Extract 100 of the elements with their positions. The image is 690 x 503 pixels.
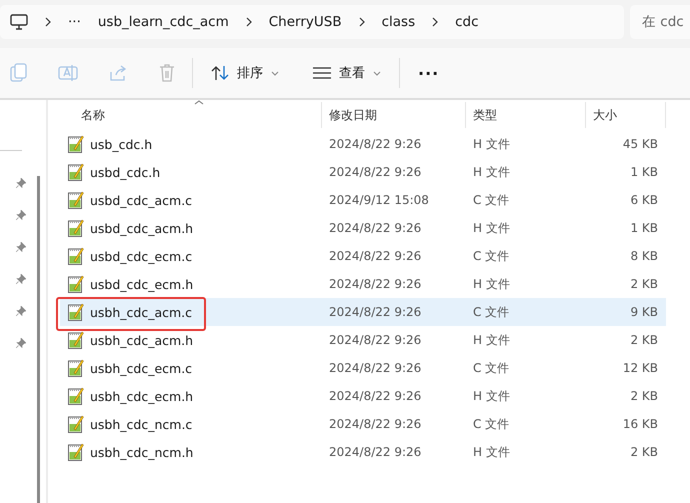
file-type: C 文件	[472, 192, 510, 208]
file-type: H 文件	[472, 276, 511, 292]
file-row[interactable]: usbd_cdc_ecm.c 2024/8/22 9:26 C 文件 8 KB	[60, 242, 666, 270]
file-row[interactable]: usbd_cdc_acm.c 2024/9/12 15:08 C 文件 6 KB	[60, 186, 666, 214]
text-file-icon	[68, 191, 84, 209]
file-row[interactable]: usb_cdc.h 2024/8/22 9:26 H 文件 45 KB	[60, 130, 666, 158]
pin-icon[interactable]	[16, 178, 26, 188]
file-size: 45 KB	[622, 137, 659, 151]
text-file-icon	[68, 415, 84, 433]
breadcrumb-item[interactable]: class	[382, 14, 416, 30]
caret-icon	[373, 70, 381, 76]
file-size: 16 KB	[622, 417, 659, 431]
file-name: usbd_cdc.h	[90, 164, 160, 180]
file-type: C 文件	[472, 360, 510, 376]
file-type: H 文件	[472, 164, 511, 180]
file-type: H 文件	[472, 220, 511, 236]
chevron-right-icon	[246, 16, 252, 26]
text-file-icon	[68, 443, 84, 461]
file-size: 12 KB	[622, 361, 659, 375]
file-size: 2 KB	[629, 333, 659, 347]
file-name: usbd_cdc_ecm.c	[90, 248, 192, 264]
computer-icon[interactable]	[10, 14, 28, 30]
modified-date: 2024/8/22 9:26	[328, 249, 422, 263]
file-row[interactable]: usbh_cdc_acm.h 2024/8/22 9:26 H 文件 2 KB	[60, 326, 666, 354]
file-size: 1 KB	[629, 165, 659, 179]
chevron-right-icon	[45, 16, 51, 26]
sort-arrows-icon	[211, 65, 229, 81]
modified-date: 2024/8/22 9:26	[328, 305, 422, 319]
more-button[interactable]: ···	[416, 60, 442, 86]
file-size: 2 KB	[629, 277, 659, 291]
file-type: H 文件	[472, 136, 511, 152]
text-file-icon	[68, 331, 84, 349]
modified-date: 2024/8/22 9:26	[328, 445, 422, 459]
file-name: usbh_cdc_acm.c	[90, 304, 192, 320]
text-file-icon	[68, 359, 84, 377]
pin-icon[interactable]	[16, 306, 26, 316]
file-row[interactable]: usbh_cdc_ecm.h 2024/8/22 9:26 H 文件 2 KB	[60, 382, 666, 410]
file-size: 9 KB	[629, 305, 659, 319]
file-size: 2 KB	[629, 389, 659, 403]
breadcrumb-item[interactable]: CherryUSB	[268, 14, 342, 30]
modified-date: 2024/8/22 9:26	[328, 333, 422, 347]
scrollbar[interactable]	[37, 176, 40, 503]
file-type: C 文件	[472, 416, 510, 432]
text-file-icon	[68, 135, 84, 153]
chevron-right-icon	[358, 16, 365, 26]
sort-up-icon	[194, 100, 204, 105]
file-row[interactable]: usbh_cdc_ncm.c 2024/8/22 9:26 C 文件 16 KB	[60, 410, 666, 438]
pin-icon[interactable]	[16, 210, 26, 220]
sort-button[interactable]: 排序	[209, 60, 281, 86]
copy-icon[interactable]	[10, 63, 28, 83]
view-button[interactable]: 查看	[311, 60, 383, 86]
text-file-icon	[68, 387, 84, 405]
delete-icon[interactable]	[158, 63, 176, 83]
column-header[interactable]: 类型	[466, 102, 586, 128]
modified-date: 2024/8/22 9:26	[328, 221, 422, 235]
list-lines-icon	[313, 67, 331, 79]
pin-icon[interactable]	[16, 242, 26, 252]
text-file-icon	[68, 163, 84, 181]
file-name: usbd_cdc_acm.c	[90, 192, 192, 208]
breadcrumb-item[interactable]: cdc	[455, 14, 479, 30]
file-type: H 文件	[472, 332, 511, 348]
pin-icon[interactable]	[16, 338, 26, 348]
file-name: usbh_cdc_ncm.c	[90, 416, 192, 432]
file-type: H 文件	[472, 444, 511, 460]
breadcrumb-overflow[interactable]: ···	[68, 14, 81, 30]
column-header[interactable]: 修改日期	[322, 102, 466, 128]
modified-date: 2024/8/22 9:26	[328, 137, 422, 151]
modified-date: 2024/8/22 9:26	[328, 165, 422, 179]
file-size: 6 KB	[629, 193, 659, 207]
text-file-icon	[68, 275, 84, 293]
breadcrumb-item[interactable]: usb_learn_cdc_acm	[98, 14, 229, 30]
text-file-icon	[68, 247, 84, 265]
modified-date: 2024/8/22 9:26	[328, 277, 422, 291]
address-bar[interactable]: ··· usb_learn_cdc_acm CherryUSB class cdc	[0, 4, 624, 38]
file-type: C 文件	[472, 304, 510, 320]
text-file-icon	[68, 303, 84, 321]
file-row[interactable]: usbh_cdc_ecm.c 2024/8/22 9:26 C 文件 12 KB	[60, 354, 666, 382]
caret-icon	[271, 70, 279, 76]
column-header[interactable]: 名称	[48, 102, 322, 128]
modified-date: 2024/8/22 9:26	[328, 417, 422, 431]
file-size: 1 KB	[629, 221, 659, 235]
column-header[interactable]: 大小	[586, 102, 666, 128]
modified-date: 2024/8/22 9:26	[328, 361, 422, 375]
file-type: H 文件	[472, 388, 511, 404]
file-name: usbh_cdc_acm.h	[90, 332, 194, 348]
file-name: usbh_cdc_ncm.h	[90, 444, 194, 460]
text-file-icon	[68, 219, 84, 237]
file-name: usb_cdc.h	[90, 136, 152, 152]
modified-date: 2024/9/12 15:08	[328, 193, 430, 207]
file-name: usbh_cdc_ecm.c	[90, 360, 192, 376]
file-row[interactable]: usbh_cdc_ncm.h 2024/8/22 9:26 H 文件 2 KB	[60, 438, 666, 466]
modified-date: 2024/8/22 9:26	[328, 389, 422, 403]
file-name: usbd_cdc_ecm.h	[90, 276, 194, 292]
file-row[interactable]: usbd_cdc_acm.h 2024/8/22 9:26 H 文件 1 KB	[60, 214, 666, 242]
pin-icon[interactable]	[16, 274, 26, 284]
file-name: usbd_cdc_acm.h	[90, 220, 194, 236]
file-row[interactable]: usbd_cdc.h 2024/8/22 9:26 H 文件 1 KB	[60, 158, 666, 186]
search-field[interactable]: 在 cdc	[630, 4, 690, 38]
file-row[interactable]: usbd_cdc_ecm.h 2024/8/22 9:26 H 文件 2 KB	[60, 270, 666, 298]
file-size: 8 KB	[629, 249, 659, 263]
